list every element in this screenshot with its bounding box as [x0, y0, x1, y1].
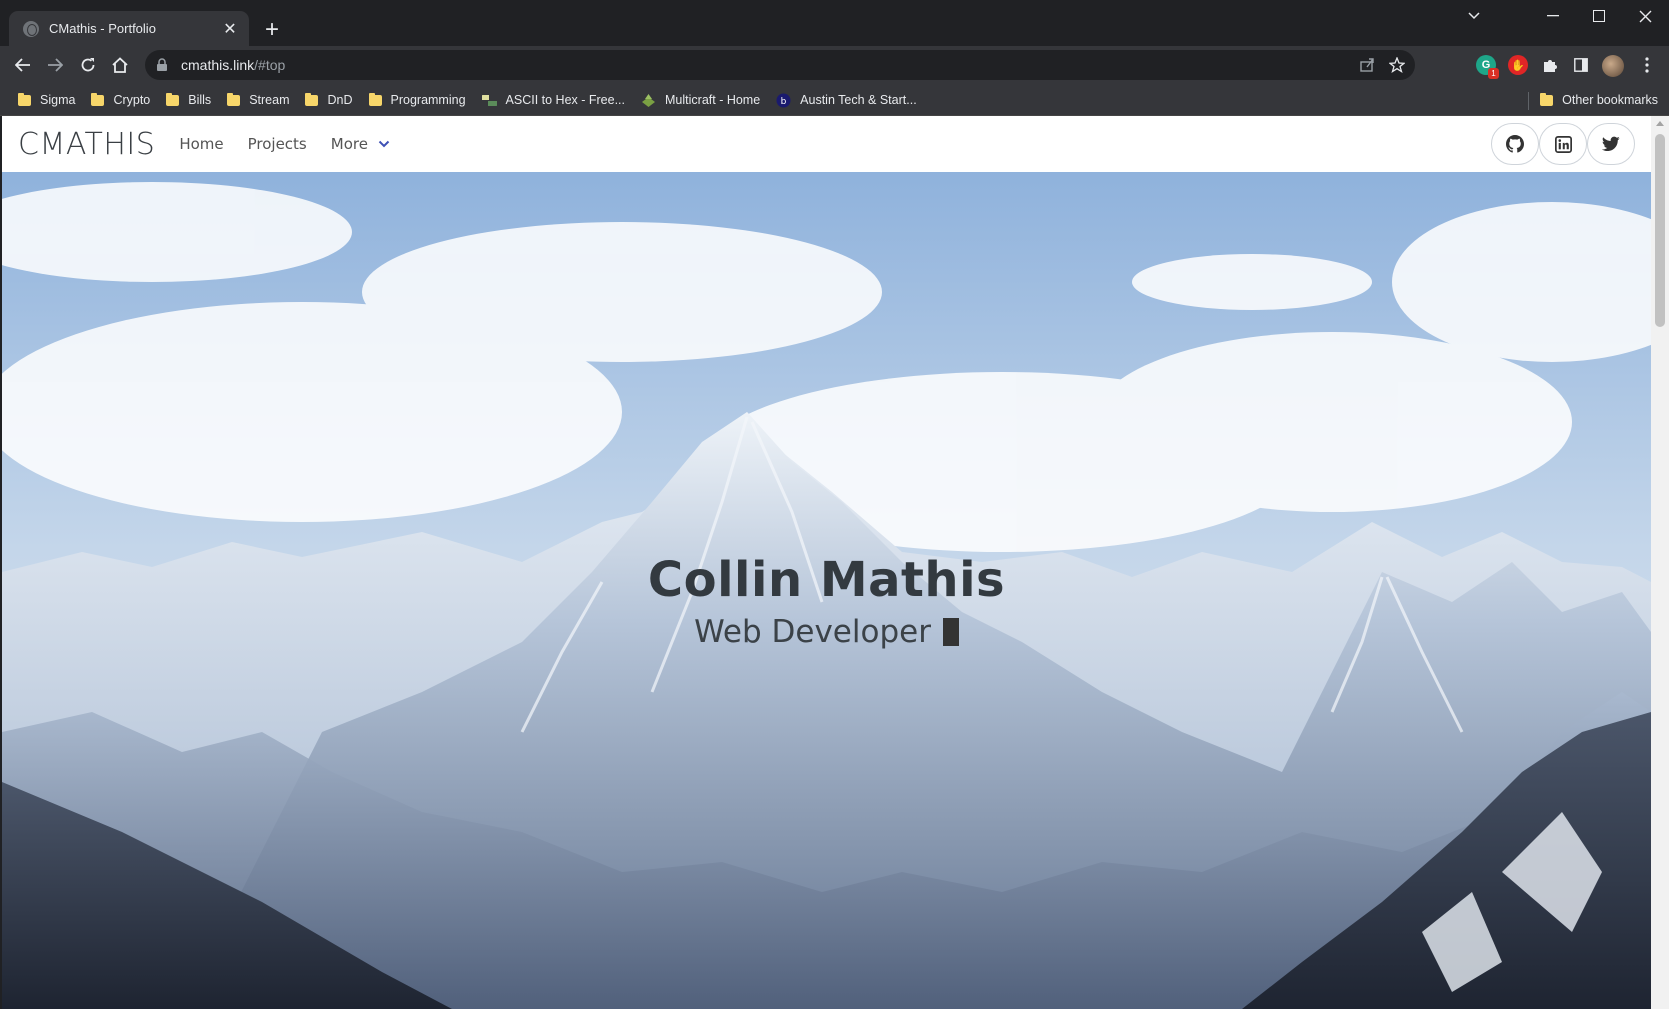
- menu-kebab-icon[interactable]: [1633, 51, 1661, 79]
- globe-icon: [23, 20, 39, 37]
- forward-arrow-icon[interactable]: [41, 51, 69, 79]
- bookmark-label: Austin Tech & Start...: [800, 93, 917, 107]
- bookmark-folder[interactable]: DnD: [305, 92, 353, 107]
- bookmarks-divider: [1528, 92, 1529, 110]
- hero-text: Collin Mathis Web Developer: [2, 552, 1651, 650]
- bookmark-link[interactable]: ASCII to Hex - Free...: [481, 93, 626, 108]
- back-arrow-icon[interactable]: [9, 51, 37, 79]
- folder-icon: [91, 92, 105, 106]
- profile-avatar[interactable]: [1602, 55, 1624, 77]
- folder-icon: [166, 92, 180, 106]
- hero-role: Web Developer: [694, 614, 959, 650]
- austin-tech-favicon: b: [776, 93, 791, 107]
- svg-text:b: b: [781, 97, 787, 107]
- browser-toolbar: cmathis.link/#top G 1 ✋: [0, 46, 1669, 85]
- bookmark-link[interactable]: Multicraft - Home: [641, 93, 760, 108]
- new-tab-button[interactable]: +: [258, 16, 286, 44]
- url-path: /#top: [254, 57, 286, 73]
- bookmark-folder[interactable]: Stream: [227, 92, 290, 107]
- github-icon: [1506, 135, 1524, 153]
- page-scrollbar[interactable]: [1651, 116, 1669, 1009]
- browser-tab[interactable]: CMathis - Portfolio ✕: [9, 11, 249, 46]
- folder-icon: [1540, 92, 1554, 106]
- ascii-hex-favicon: [481, 94, 497, 106]
- bookmark-label: Stream: [249, 93, 290, 107]
- nav-more-dropdown[interactable]: More: [331, 135, 390, 153]
- linkedin-button[interactable]: [1539, 123, 1587, 165]
- bookmarks-bar: Sigma Crypto Bills Stream DnD Programmin…: [0, 85, 1669, 116]
- nav-home[interactable]: Home: [179, 135, 223, 153]
- bookmark-folder[interactable]: Programming: [368, 92, 466, 107]
- hero-section: Collin Mathis Web Developer: [2, 172, 1651, 1009]
- minimize-icon[interactable]: [1530, 0, 1576, 32]
- url-text[interactable]: cmathis.link/#top: [181, 57, 285, 73]
- url-host: cmathis.link: [181, 57, 255, 73]
- github-button[interactable]: [1491, 123, 1539, 165]
- other-bookmarks[interactable]: Other bookmarks: [1540, 92, 1658, 107]
- lock-icon[interactable]: [155, 58, 169, 72]
- bookmark-label: ASCII to Hex - Free...: [505, 93, 626, 107]
- site-navbar: CMATHIS Home Projects More: [2, 116, 1651, 172]
- bookmark-label: Multicraft - Home: [665, 93, 761, 107]
- folder-icon: [227, 92, 241, 106]
- nav-home-label: Home: [179, 135, 224, 153]
- scrollbar-thumb[interactable]: [1655, 134, 1665, 327]
- side-panel-icon[interactable]: [1567, 51, 1595, 79]
- bookmark-folder[interactable]: Bills: [166, 92, 212, 107]
- maximize-icon[interactable]: [1576, 0, 1622, 32]
- typing-cursor: [942, 618, 959, 646]
- extensions-puzzle-icon[interactable]: [1536, 51, 1564, 79]
- bookmark-label: Programming: [390, 93, 466, 107]
- tab-search-icon[interactable]: [1451, 0, 1497, 32]
- twitter-icon: [1602, 136, 1620, 152]
- multicraft-favicon: [642, 93, 656, 107]
- tab-title: CMathis - Portfolio: [49, 21, 156, 36]
- home-icon[interactable]: [106, 51, 134, 79]
- folder-icon: [305, 92, 319, 106]
- adblock-extension-icon[interactable]: ✋: [1508, 55, 1528, 75]
- share-icon[interactable]: [1359, 57, 1375, 73]
- bookmark-folder[interactable]: Crypto: [91, 92, 151, 107]
- scroll-up-arrow-icon[interactable]: [1656, 121, 1664, 126]
- nav-more-label: More: [330, 135, 368, 153]
- page-viewport: CMATHIS Home Projects More Collin Mathis…: [2, 116, 1651, 1009]
- address-bar[interactable]: cmathis.link/#top: [145, 50, 1415, 80]
- nav-projects[interactable]: Projects: [248, 135, 307, 153]
- chevron-down-icon: [378, 140, 390, 148]
- twitter-button[interactable]: [1587, 123, 1635, 165]
- extension-badge: 1: [1488, 68, 1499, 79]
- bookmark-star-icon[interactable]: [1389, 57, 1405, 73]
- other-bookmarks-label: Other bookmarks: [1562, 93, 1658, 107]
- site-brand[interactable]: CMATHIS: [18, 127, 155, 162]
- reload-icon[interactable]: [74, 51, 102, 79]
- bookmark-label: Sigma: [40, 93, 76, 107]
- bookmark-folder[interactable]: Sigma: [18, 92, 76, 107]
- hero-role-text: Web Developer: [694, 614, 931, 650]
- bookmark-label: DnD: [327, 93, 353, 107]
- folder-icon: [368, 92, 382, 106]
- close-tab-icon[interactable]: ✕: [221, 20, 239, 38]
- bookmark-label: Bills: [188, 93, 212, 107]
- tab-strip: CMathis - Portfolio ✕ +: [0, 0, 1669, 46]
- hero-name: Collin Mathis: [647, 552, 1006, 608]
- nav-projects-label: Projects: [247, 135, 307, 153]
- bookmark-label: Crypto: [113, 93, 151, 107]
- linkedin-icon: [1554, 135, 1572, 153]
- bookmark-link[interactable]: b Austin Tech & Start...: [776, 93, 917, 108]
- folder-icon: [18, 92, 31, 106]
- close-window-icon[interactable]: [1622, 0, 1668, 32]
